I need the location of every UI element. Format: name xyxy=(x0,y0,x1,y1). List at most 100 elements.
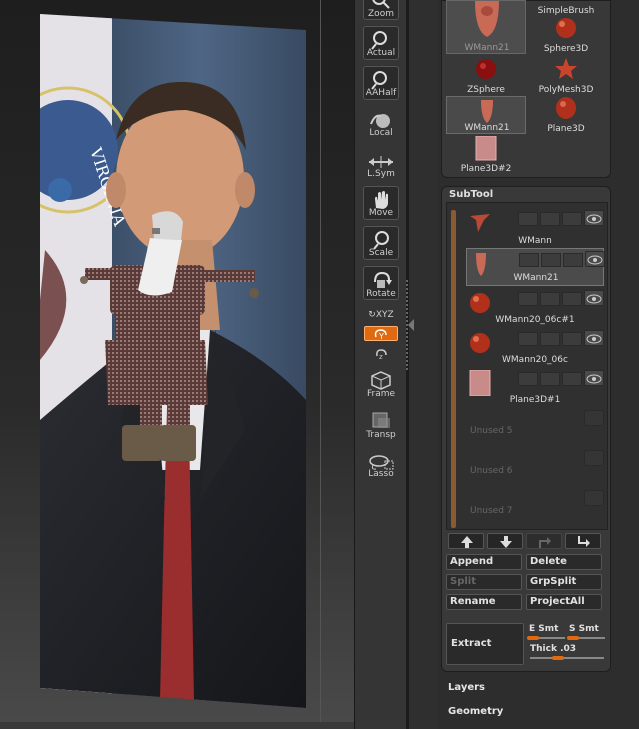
subtool-toggle[interactable] xyxy=(518,212,538,226)
delete-button[interactable]: Delete xyxy=(526,554,602,570)
subtool-name: WMann20_06c#1 xyxy=(495,315,575,325)
tool-item-label: SimpleBrush xyxy=(537,6,595,16)
tool-item-wmann21-selected[interactable]: WMann21 xyxy=(446,96,526,134)
subtool-toggle[interactable] xyxy=(519,253,539,267)
xyz-toggle[interactable]: ↻XYZ xyxy=(355,310,407,320)
subtool-row-wmann20-06c[interactable]: WMann20_06c xyxy=(466,328,604,365)
figure-icon xyxy=(470,214,490,232)
lsym-label[interactable]: L.Sym xyxy=(355,169,407,179)
e-smt-slider-knob[interactable] xyxy=(527,636,539,640)
canvas-viewport[interactable]: VIRGINIA xyxy=(0,0,354,729)
plane-icon xyxy=(469,370,491,396)
redo-arrow-button[interactable] xyxy=(526,533,562,549)
eye-icon[interactable] xyxy=(584,370,604,386)
subtool-row-unused-7[interactable]: Unused 7 xyxy=(466,488,604,524)
geometry-menu[interactable]: Geometry xyxy=(448,706,503,717)
lasso-label[interactable]: Lasso xyxy=(355,469,407,479)
eye-icon[interactable] xyxy=(584,290,604,306)
tool-item-label: Sphere3D xyxy=(543,44,589,54)
frame-label[interactable]: Frame xyxy=(355,389,407,399)
tool-item-polymesh3d[interactable]: PolyMesh3D xyxy=(526,57,606,95)
projectall-button[interactable]: ProjectAll xyxy=(526,594,602,610)
rename-button[interactable]: Rename xyxy=(446,594,522,610)
magnifier-icon xyxy=(371,71,387,90)
s-smt-slider-knob[interactable] xyxy=(567,636,579,640)
arrow-bend-icon xyxy=(578,536,590,547)
y-axis-toggle[interactable]: Y xyxy=(364,326,398,341)
subtool-row-wmann[interactable]: WMann xyxy=(466,208,604,246)
thick-slider-track[interactable] xyxy=(530,657,604,659)
subtool-title[interactable]: SubTool xyxy=(449,189,493,200)
tool-item-label: Plane3D xyxy=(547,124,585,134)
rotate-label: Rotate xyxy=(366,289,396,299)
subtool-toggle[interactable] xyxy=(563,253,583,267)
insert-arrow-button[interactable] xyxy=(565,533,601,549)
grpsplit-button[interactable]: GrpSplit xyxy=(526,574,602,590)
subtool-row-plane3d-1[interactable]: Plane3D#1 xyxy=(466,368,604,405)
tool-item-label: WMann21 xyxy=(464,43,510,53)
subtool-name: WMann xyxy=(518,236,552,246)
tool-item-label: ZSphere xyxy=(467,85,505,95)
transp-label[interactable]: Transp xyxy=(355,430,407,440)
subtool-toggle[interactable] xyxy=(562,332,582,346)
rotate-z-icon: z xyxy=(376,349,387,361)
thick-slider-knob[interactable] xyxy=(552,656,564,660)
tool-item-plane3d-2[interactable]: Plane3D#2 xyxy=(446,136,526,174)
subtool-toggle[interactable] xyxy=(541,253,561,267)
subtool-name: Unused 7 xyxy=(470,506,513,516)
subtool-toggle[interactable] xyxy=(562,212,582,226)
subtool-row-unused-5[interactable]: Unused 5 xyxy=(466,408,604,444)
scale-label: Scale xyxy=(368,248,394,258)
rotate-icon xyxy=(374,271,392,288)
subtool-toggle[interactable] xyxy=(540,212,560,226)
subtool-toggle[interactable] xyxy=(518,292,538,306)
xyz-label: XYZ xyxy=(375,310,394,320)
split-button[interactable]: Split xyxy=(446,574,522,590)
head-icon xyxy=(481,100,493,123)
move-down-button[interactable] xyxy=(487,533,523,549)
eye-icon[interactable] xyxy=(585,251,605,267)
tool-item-plane3d[interactable]: Plane3D xyxy=(526,96,606,134)
subtool-row-unused-6[interactable]: Unused 6 xyxy=(466,448,604,484)
append-button[interactable]: Append xyxy=(446,554,522,570)
svg-text:Y: Y xyxy=(378,332,384,341)
subtool-toggle[interactable] xyxy=(562,372,582,386)
subtool-toggle[interactable] xyxy=(518,332,538,346)
z-axis-toggle[interactable]: z xyxy=(355,345,407,364)
subtool-name: Unused 5 xyxy=(470,426,513,436)
tool-item-sphere3d[interactable]: Sphere3D xyxy=(526,16,606,54)
tool-item-label: WMann21 xyxy=(464,123,510,133)
subtool-toggle[interactable] xyxy=(562,292,582,306)
eye-icon[interactable] xyxy=(584,210,604,226)
subtool-toggle[interactable] xyxy=(540,292,560,306)
e-smt-label: E Smt xyxy=(529,624,559,634)
subtool-row-wmann21[interactable]: WMann21 xyxy=(466,248,605,286)
tool-item-wmann21-top[interactable]: WMann21 xyxy=(446,0,526,54)
subtool-scrollbar[interactable] xyxy=(451,210,456,528)
subtool-row-wmann20-06c-1[interactable]: WMann20_06c#1 xyxy=(466,288,604,325)
star-icon xyxy=(555,58,577,79)
scale-icon xyxy=(373,231,389,250)
zoom-label: Zoom xyxy=(368,9,394,19)
local-label[interactable]: Local xyxy=(355,128,407,138)
layers-menu[interactable]: Layers xyxy=(448,682,485,693)
move-up-button[interactable] xyxy=(448,533,484,549)
tool-item-zsphere[interactable]: ZSphere xyxy=(446,57,526,95)
head-icon xyxy=(475,1,499,37)
subtool-toggle[interactable] xyxy=(540,372,560,386)
sphere-icon xyxy=(470,333,490,353)
arrow-down-icon xyxy=(500,536,512,548)
tool-item-simplebrush[interactable]: SimpleBrush xyxy=(526,0,606,16)
eye-icon xyxy=(584,490,604,506)
subtool-toggle[interactable] xyxy=(540,332,560,346)
collapse-arrow-icon[interactable] xyxy=(408,319,414,331)
s-smt-label: S Smt xyxy=(569,624,599,634)
svg-text:z: z xyxy=(379,353,383,360)
extract-button[interactable]: Extract xyxy=(446,623,524,665)
document-canvas[interactable]: VIRGINIA xyxy=(0,0,354,729)
subtool-name: Plane3D#1 xyxy=(509,395,561,405)
plane-icon xyxy=(556,97,576,119)
magnifier-icon xyxy=(371,31,387,50)
eye-icon[interactable] xyxy=(584,330,604,346)
subtool-toggle[interactable] xyxy=(518,372,538,386)
